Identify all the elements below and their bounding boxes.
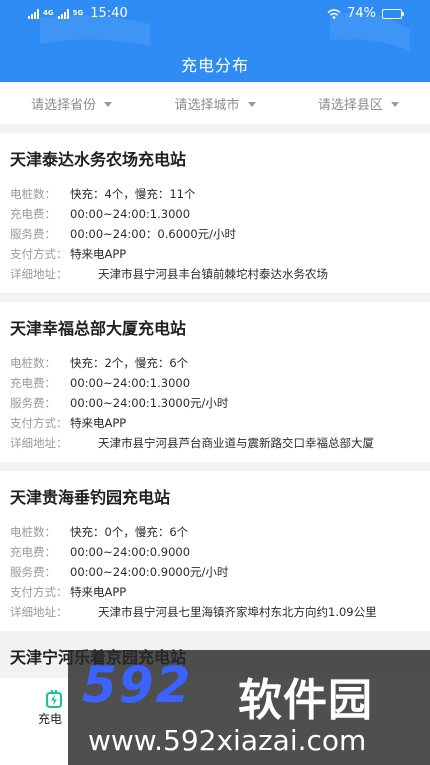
payment-label: 支付方式： — [10, 585, 68, 599]
fee-label: 充电费： — [10, 545, 56, 559]
fee-label: 充电费： — [10, 207, 56, 221]
cell-signal-icon-2 — [57, 8, 69, 19]
payment-value: 特来电APP — [70, 416, 127, 430]
city-filter-label: 请选择城市 — [174, 97, 240, 113]
status-time: 15:40 — [90, 6, 128, 21]
wifi-icon — [327, 8, 341, 19]
city-filter[interactable]: 请选择城市 — [143, 94, 286, 113]
district-filter-label: 请选择县区 — [317, 97, 383, 113]
piles-value: 快充：0个，慢充：6个 — [70, 525, 189, 539]
watermark-url: www.592xiazai.com — [88, 724, 367, 757]
station-name: 天津泰达水务农场充电站 — [10, 150, 187, 169]
charging-icon[interactable] — [42, 688, 66, 712]
network-type-1: 4G — [43, 9, 54, 17]
watermark-logo: 592 — [82, 656, 193, 714]
watermark-brand: 软件园 — [238, 675, 373, 726]
address-value: 天津市县宁河县芦台商业道与震新路交口幸福总部大厦 — [98, 436, 374, 450]
station-card[interactable]: 天津幸福总部大厦充电站 电桩数： 快充：2个，慢充：6个 充电费： 00:00~24… — [0, 302, 430, 462]
payment-value: 特来电APP — [70, 247, 127, 261]
app-header: 4G 5G 15:40 74% 充电分布 — [0, 0, 430, 82]
network-type-2: 5G — [72, 9, 84, 17]
caret-down-icon — [390, 101, 399, 107]
address-label: 详细地址： — [10, 436, 68, 450]
station-card[interactable]: 天津贵海垂钓园充电站 电桩数： 快充：0个，慢充：6个 充电费： 00:00~24:… — [0, 471, 430, 631]
piles-label: 电桩数： — [10, 187, 56, 201]
service-value: 00:00~24:00:0.9000元/小时 — [70, 565, 229, 579]
station-list: 天津泰达水务农场充电站 电桩数： 快充：4个，慢充：11个 充电费： 00:00~2… — [0, 124, 430, 631]
service-value: 00:00~24:00:1.3000元/小时 — [70, 396, 229, 410]
piles-value: 快充：4个，慢充：11个 — [70, 187, 196, 201]
fee-value: 00:00~24:00:1.3000 — [70, 376, 191, 390]
station-name: 天津贵海垂钓园充电站 — [10, 488, 171, 507]
caret-down-icon — [104, 101, 113, 107]
piles-value: 快充：2个，慢充：6个 — [70, 356, 189, 370]
battery-icon — [382, 8, 404, 19]
payment-value: 特来电APP — [70, 585, 127, 599]
watermark: 592 软件园 www.592xiazai.com — [68, 650, 430, 765]
filter-bar: 请选择省份 请选择城市 请选择县区 — [0, 82, 430, 124]
payment-label: 支付方式： — [10, 416, 68, 430]
service-label: 服务费： — [10, 396, 56, 410]
fee-value: 00:00~24:00:0.9000 — [70, 545, 191, 559]
fee-value: 00:00~24:00:1.3000 — [70, 207, 191, 221]
province-filter[interactable]: 请选择省份 — [0, 94, 143, 113]
station-name: 天津幸福总部大厦充电站 — [10, 319, 187, 338]
cell-signal-icon — [28, 8, 39, 19]
status-bar: 4G 5G 15:40 74% — [0, 0, 430, 28]
piles-label: 电桩数： — [10, 356, 56, 370]
nav-item-charging-label[interactable]: 充电 — [38, 710, 62, 727]
fee-label: 充电费： — [10, 376, 56, 390]
battery-percent: 74% — [347, 6, 376, 21]
address-value: 天津市县宁河县丰台镇前棘坨村泰达水务农场 — [98, 267, 328, 281]
district-filter[interactable]: 请选择县区 — [287, 94, 430, 113]
station-card[interactable]: 天津泰达水务农场充电站 电桩数： 快充：4个，慢充：11个 充电费： 00:00~2… — [0, 133, 430, 293]
piles-label: 电桩数： — [10, 525, 56, 539]
service-label: 服务费： — [10, 227, 56, 241]
address-label: 详细地址： — [10, 267, 68, 281]
payment-label: 支付方式： — [10, 247, 68, 261]
service-value: 00:00~24:00：0.6000元/小时 — [70, 227, 237, 241]
caret-down-icon — [247, 101, 256, 107]
service-label: 服务费： — [10, 565, 56, 579]
address-value: 天津市县宁河县七里海镇齐家埠村东北方向约1.09公里 — [98, 605, 377, 619]
province-filter-label: 请选择省份 — [31, 97, 97, 113]
page-title: 充电分布 — [180, 56, 249, 75]
address-label: 详细地址： — [10, 605, 68, 619]
